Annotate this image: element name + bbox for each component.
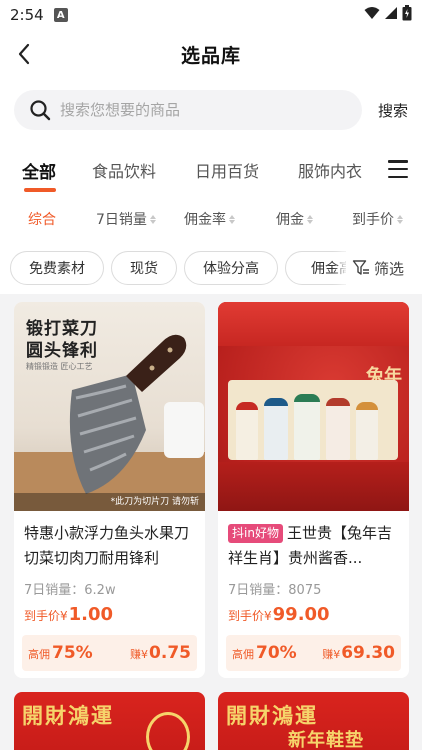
bottle	[326, 398, 350, 460]
nav-bar: 选品库	[0, 30, 422, 78]
sort-arrows-icon	[149, 214, 156, 224]
commission-rate: 75%	[52, 643, 93, 663]
product-title: 抖in好物 王世贵【兔年吉祥生肖】贵州酱香...	[218, 511, 409, 571]
search-row: 搜索	[0, 88, 422, 132]
filter-button[interactable]: 筛选	[346, 249, 422, 287]
sort-arrows-icon	[397, 214, 403, 224]
filter-icon	[352, 259, 370, 277]
commission-rate-label: 高佣	[232, 648, 254, 661]
commission-rate-label: 高佣	[28, 648, 50, 661]
sort-label: 7日销量	[96, 212, 147, 228]
bottle	[294, 394, 320, 460]
sort-comprehensive[interactable]: 综合	[28, 209, 56, 229]
earn-label: 赚¥	[130, 648, 149, 661]
sort-arrows-icon	[229, 214, 235, 224]
search-icon	[28, 98, 52, 122]
back-button[interactable]	[10, 38, 38, 70]
product-image: 锻打菜刀 圆头锋利 精锻锻造 匠心工艺 *此刀为切片刀 请勿斩	[14, 302, 205, 511]
chip-in-stock[interactable]: 现货	[111, 251, 177, 285]
product-sales: 7日销量：8075	[218, 571, 409, 598]
sort-label: 到手价	[352, 212, 394, 228]
sort-label: 佣金	[276, 212, 304, 228]
category-tabs: 全部 食品饮料 日用百货 服饰内衣	[0, 148, 422, 194]
status-time: 2:54	[10, 6, 44, 24]
status-icons	[364, 5, 412, 25]
price-value: 99.00	[272, 604, 330, 625]
commission-bar: 高佣 75% 赚¥ 0.75	[22, 635, 197, 671]
sales-label: 7日销量：	[24, 583, 85, 598]
sales-value: 6.2w	[84, 583, 116, 598]
page-title: 选品库	[180, 44, 241, 67]
product-image: 兔年	[218, 302, 409, 511]
product-grid: 锻打菜刀 圆头锋利 精锻锻造 匠心工艺 *此刀为切片刀 请勿斩 特惠小款浮力鱼头…	[0, 294, 422, 750]
decor-circle	[146, 712, 190, 750]
sort-final-price[interactable]: 到手价	[352, 209, 403, 229]
promo-tag: 抖in好物	[228, 524, 283, 543]
cleaver-icon	[69, 334, 187, 494]
tab-all[interactable]: 全部	[22, 158, 56, 183]
product-card[interactable]: 開財鴻運 新年鞋垫	[218, 692, 409, 750]
image-text: 開財鴻運	[22, 703, 114, 728]
bottle	[356, 402, 378, 460]
sort-label: 综合	[28, 212, 56, 228]
wifi-icon	[364, 6, 380, 24]
product-image: 開財鴻運	[14, 692, 205, 750]
sort-commission[interactable]: 佣金	[276, 209, 313, 229]
product-price: 到手价¥ 99.00	[218, 598, 409, 625]
product-title: 特惠小款浮力鱼头水果刀切菜切肉刀耐用锋利	[24, 524, 190, 567]
tab-clothing[interactable]: 服饰内衣	[298, 158, 362, 182]
product-card[interactable]: 锻打菜刀 圆头锋利 精锻锻造 匠心工艺 *此刀为切片刀 请勿斩 特惠小款浮力鱼头…	[14, 302, 205, 678]
signal-icon	[384, 6, 398, 24]
bottle	[236, 402, 258, 460]
chip-free-material[interactable]: 免费素材	[10, 251, 104, 285]
banner-top	[218, 302, 409, 346]
earn-value: 69.30	[341, 643, 395, 663]
image-note: *此刀为切片刀 请勿斩	[14, 493, 205, 511]
sort-arrows-icon	[307, 214, 313, 224]
chip-high-rating[interactable]: 体验分高	[184, 251, 278, 285]
sort-7day-sales[interactable]: 7日销量	[96, 209, 156, 229]
sort-commission-rate[interactable]: 佣金率	[184, 209, 235, 229]
filter-row: 免费素材 现货 体验分高 佣金高 筛选	[0, 249, 422, 287]
product-image: 開財鴻運 新年鞋垫	[218, 692, 409, 750]
tab-food-drinks[interactable]: 食品饮料	[92, 158, 156, 182]
menu-icon[interactable]	[388, 160, 408, 178]
sales-value: 8075	[288, 583, 322, 598]
chevron-left-icon	[18, 43, 30, 65]
product-card[interactable]: 兔年 抖in好物 王世贵【兔年吉祥生肖】贵州酱香... 7日销量：8075 到手价…	[218, 302, 409, 678]
battery-icon	[402, 5, 412, 25]
sales-label: 7日销量：	[228, 583, 289, 598]
product-price: 到手价¥ 1.00	[14, 598, 205, 625]
price-label: 到手价¥	[228, 609, 272, 623]
commission-bar: 高佣 70% 赚¥ 69.30	[226, 635, 401, 671]
price-label: 到手价¥	[24, 609, 68, 623]
image-text: 新年鞋垫	[288, 730, 364, 750]
sort-label: 佣金率	[184, 212, 226, 228]
floor	[218, 462, 409, 511]
product-card[interactable]: 開財鴻運	[14, 692, 205, 750]
earn-value: 0.75	[149, 643, 191, 663]
price-value: 1.00	[68, 604, 114, 625]
search-button[interactable]: 搜索	[378, 100, 408, 121]
sort-row: 综合 7日销量 佣金率 佣金 到手价	[0, 200, 422, 236]
tab-daily-goods[interactable]: 日用百货	[195, 158, 259, 182]
search-box[interactable]	[14, 90, 362, 130]
filter-label: 筛选	[374, 259, 405, 278]
bottle	[264, 398, 288, 460]
status-bar: 2:54 A	[0, 0, 422, 30]
product-sales: 7日销量：6.2w	[14, 571, 205, 598]
commission-rate: 70%	[256, 643, 297, 663]
search-input[interactable]	[60, 101, 340, 119]
notification-icon: A	[53, 8, 68, 22]
earn-label: 赚¥	[322, 648, 341, 661]
active-tab-indicator	[24, 188, 56, 192]
